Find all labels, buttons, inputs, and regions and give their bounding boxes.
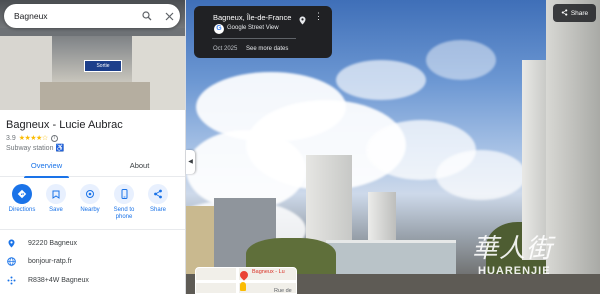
rating-row[interactable]: 3.9 ★★★★☆ i — [6, 134, 58, 142]
ceiling — [0, 28, 185, 36]
share-icon — [148, 184, 168, 204]
share-button[interactable]: Share — [141, 182, 175, 214]
platform-floor — [40, 82, 150, 110]
chevron-left-icon: ◀ — [188, 159, 193, 165]
street-view-place: Bagneux, Île-de-France — [213, 13, 292, 22]
place-tabs: Overview About — [0, 157, 185, 178]
tab-overview-label: Overview — [30, 161, 63, 170]
mini-map-street-label: Rue de — [274, 288, 292, 294]
directions-icon — [12, 184, 32, 204]
tab-about-label: About — [129, 161, 150, 170]
address-row[interactable]: 92220 Bagneux — [0, 234, 185, 252]
street-view-marker-icon — [238, 269, 250, 281]
search-box[interactable]: Bagneux — [4, 4, 180, 28]
address-text: 92220 Bagneux — [28, 239, 78, 247]
capture-date: Oct 2025 — [213, 46, 238, 52]
directions-label: Directions — [8, 207, 36, 213]
see-more-dates-link[interactable]: See more dates — [246, 46, 288, 52]
watermark-logo: 華人街 HUARENJIE — [472, 228, 598, 286]
directions-button[interactable]: Directions — [5, 182, 39, 214]
station-building — [326, 240, 456, 274]
search-icon[interactable] — [136, 5, 158, 27]
pegman-icon — [240, 282, 246, 291]
plus-code-icon — [0, 276, 22, 285]
more-options-icon[interactable]: ⋮ — [314, 11, 323, 22]
website-text: bonjour-ratp.fr — [28, 257, 72, 265]
rating-stars: ★★★★☆ — [18, 135, 48, 142]
plus-code-text: R838+4W Bagneux — [28, 276, 89, 284]
nearby-button[interactable]: Nearby — [73, 182, 107, 214]
website-row[interactable]: bonjour-ratp.fr — [0, 252, 185, 270]
exit-sign: Sortie — [84, 60, 122, 72]
share-street-view-button[interactable]: Share — [553, 4, 596, 22]
place-panel: Sortie Bagneux Bagneux - Lucie Aubrac 3.… — [0, 0, 186, 294]
wheelchair-icon: ♿ — [55, 145, 65, 152]
tab-overview[interactable]: Overview — [0, 157, 93, 178]
send-to-phone-button[interactable]: Send to phone — [107, 182, 141, 221]
share-street-view-label: Share — [570, 9, 589, 17]
location-pin-icon — [0, 239, 22, 248]
place-type: Subway station ♿ — [6, 144, 64, 152]
save-button[interactable]: Save — [39, 182, 73, 214]
nearby-icon — [80, 184, 100, 204]
exit-sign-label: Sortie — [96, 63, 110, 69]
rating-value: 3.9 — [6, 134, 16, 142]
plus-code-row[interactable]: R838+4W Bagneux — [0, 271, 185, 289]
nearby-label: Nearby — [80, 207, 100, 213]
street-view-info-card: Bagneux, Île-de-France G Google Street V… — [194, 6, 332, 58]
bookmark-icon — [46, 184, 66, 204]
cloud — [336, 60, 426, 100]
watermark-latin: HUARENJIE — [478, 265, 551, 277]
search-input[interactable]: Bagneux — [4, 11, 136, 21]
action-buttons: Directions Save Nearby Send to phone Sha… — [0, 182, 185, 226]
share-label: Share — [149, 207, 166, 213]
share-icon — [561, 8, 568, 18]
close-icon[interactable] — [158, 5, 180, 27]
location-pin-icon[interactable] — [299, 12, 306, 30]
save-label: Save — [49, 207, 63, 213]
info-icon[interactable]: i — [50, 134, 58, 142]
place-type-label: Subway station — [6, 145, 54, 152]
divider — [0, 229, 185, 230]
mini-map[interactable]: Bagneux - Lu Rue de — [195, 267, 297, 294]
watermark-chinese: 華人街 — [472, 234, 554, 264]
place-title: Bagneux - Lucie Aubrac — [6, 119, 123, 131]
map-road — [196, 280, 296, 283]
street-view-source: Google Street View — [227, 25, 279, 31]
cloud — [426, 40, 496, 80]
place-photo[interactable]: Sortie Bagneux — [0, 0, 185, 110]
google-logo-icon: G — [214, 24, 224, 34]
send-to-phone-label: Send to phone — [113, 207, 135, 220]
phone-icon — [114, 184, 134, 204]
collapse-panel-button[interactable]: ◀ — [186, 150, 195, 174]
divider — [212, 38, 296, 39]
cloud — [436, 150, 526, 200]
mini-map-place-label: Bagneux - Lu — [252, 269, 285, 275]
tab-about[interactable]: About — [93, 157, 185, 177]
map-road — [236, 268, 239, 293]
globe-icon — [0, 256, 22, 266]
